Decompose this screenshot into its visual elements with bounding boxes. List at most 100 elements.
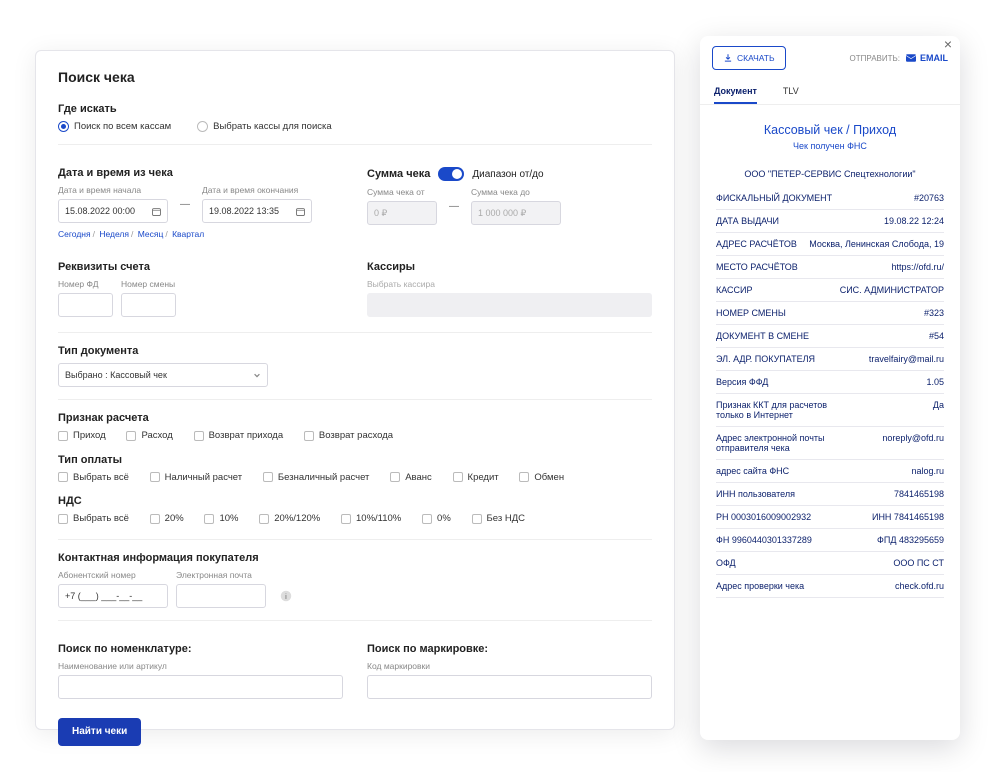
link-today[interactable]: Сегодня <box>58 229 91 239</box>
shift-number-input[interactable] <box>121 293 176 317</box>
receipt-row: ЭЛ. АДР. ПОКУПАТЕЛЯ travelfairy@mail.ru <box>716 350 944 368</box>
pay-advance-check[interactable]: Аванс <box>390 472 432 483</box>
receipt-row: АДРЕС РАСЧЁТОВ Москва, Ленинская Слобода,… <box>716 235 944 253</box>
buyer-phone-input[interactable]: +7 (___) ___-__-__ <box>58 584 168 608</box>
link-quarter[interactable]: Квартал <box>172 229 204 239</box>
receipt-row: ИНН пользователя 7841465198 <box>716 485 944 503</box>
receipt-key: адрес сайта ФНС <box>716 466 789 476</box>
receipt-value: nalog.ru <box>911 466 944 476</box>
calc-return-expense-check[interactable]: Возврат расхода <box>304 430 393 441</box>
vat-20-check[interactable]: 20% <box>150 513 184 524</box>
send-email-button[interactable]: EMAIL <box>906 53 948 63</box>
marking-input[interactable] <box>367 675 652 699</box>
receipt-value: noreply@ofd.ru <box>882 433 944 443</box>
receipt-key: ФИСКАЛЬНЫЙ ДОКУМЕНТ <box>716 193 832 203</box>
receipt-value: ИНН 7841465198 <box>872 512 944 522</box>
vat-0-check[interactable]: 0% <box>422 513 451 524</box>
receipt-row: ФН 9960440301337289 ФПД 483295659 <box>716 531 944 549</box>
receipt-value: ФПД 483295659 <box>877 535 944 545</box>
pay-noncash-check[interactable]: Безналичный расчет <box>263 472 370 483</box>
tab-tlv[interactable]: TLV <box>783 80 799 104</box>
page-title: Поиск чека <box>58 69 652 85</box>
vat-all-check[interactable]: Выбрать всё <box>58 513 129 524</box>
receipt-key: ЭЛ. АДР. ПОКУПАТЕЛЯ <box>716 354 815 364</box>
receipt-value: https://ofd.ru/ <box>891 262 944 272</box>
receipt-row: ОФД ООО ПС СТ <box>716 554 944 572</box>
receipt-row: ДОКУМЕНТ В СМЕНЕ #54 <box>716 327 944 345</box>
date-to-input[interactable]: 19.08.2022 13:35 <box>202 199 312 223</box>
receipt-org: ООО "ПЕТЕР-СЕРВИС Спецтехнологии" <box>716 169 944 179</box>
download-button[interactable]: СКАЧАТЬ <box>712 46 786 70</box>
where-select-radio[interactable]: Выбрать кассы для поиска <box>197 121 332 132</box>
pay-credit-check[interactable]: Кредит <box>453 472 499 483</box>
receipt-key: КАССИР <box>716 285 753 295</box>
pay-cash-check[interactable]: Наличный расчет <box>150 472 242 483</box>
pay-all-check[interactable]: Выбрать всё <box>58 472 129 483</box>
sum-range-toggle[interactable] <box>438 167 464 181</box>
pay-exchange-check[interactable]: Обмен <box>519 472 564 483</box>
receipt-key: ОФД <box>716 558 736 568</box>
info-icon: i <box>280 590 292 602</box>
receipt-row: Адрес электронной почты отправителя чека… <box>716 429 944 457</box>
receipt-value: #323 <box>924 308 944 318</box>
receipt-value: Да <box>933 400 944 410</box>
receipt-row: ДАТА ВЫДАЧИ 19.08.22 12:24 <box>716 212 944 230</box>
receipt-key: Адрес электронной почты отправителя чека <box>716 433 836 453</box>
receipt-key: РН 0003016009002932 <box>716 512 811 522</box>
receipt-key: ДАТА ВЫДАЧИ <box>716 216 779 226</box>
receipt-key: АДРЕС РАСЧЁТОВ <box>716 239 797 249</box>
vat-10-check[interactable]: 10% <box>204 513 238 524</box>
doctype-select[interactable]: Выбрано : Кассовый чек <box>58 363 268 387</box>
link-week[interactable]: Неделя <box>99 229 129 239</box>
receipt-value: #54 <box>929 331 944 341</box>
calc-income-check[interactable]: Приход <box>58 430 106 441</box>
mail-icon <box>906 53 916 63</box>
receipt-value: #20763 <box>914 193 944 203</box>
link-month[interactable]: Месяц <box>138 229 164 239</box>
fd-number-input[interactable] <box>58 293 113 317</box>
receipt-value: 19.08.22 12:24 <box>884 216 944 226</box>
receipt-key: Версия ФФД <box>716 377 768 387</box>
radio-on-icon <box>58 121 69 132</box>
receipt-row: Признак ККТ для расчетов только в Интерн… <box>716 396 944 424</box>
cashier-select[interactable] <box>367 293 652 317</box>
receipt-value: Москва, Ленинская Слобода, 19 <box>809 239 944 249</box>
date-quick-links: Сегодня/ Неделя/ Месяц/ Квартал <box>58 229 343 239</box>
receipt-row: Версия ФФД 1.05 <box>716 373 944 391</box>
calc-return-income-check[interactable]: Возврат прихода <box>194 430 284 441</box>
receipt-row: РН 0003016009002932 ИНН 7841465198 <box>716 508 944 526</box>
receipt-key: ФН 9960440301337289 <box>716 535 812 545</box>
receipt-row: КАССИР СИС. АДМИНИСТРАТОР <box>716 281 944 299</box>
receipt-key: МЕСТО РАСЧЁТОВ <box>716 262 798 272</box>
receipt-value: ООО ПС СТ <box>893 558 944 568</box>
buyer-email-input[interactable] <box>176 584 266 608</box>
receipt-row: МЕСТО РАСЧЁТОВ https://ofd.ru/ <box>716 258 944 276</box>
calc-expense-check[interactable]: Расход <box>126 430 172 441</box>
datetime-title: Дата и время из чека <box>58 167 343 179</box>
search-form-panel: Поиск чека Где искать Поиск по всем касс… <box>35 50 675 730</box>
sum-from-input[interactable]: 0 ₽ <box>367 201 437 225</box>
vat-10-110-check[interactable]: 10%/110% <box>341 513 401 524</box>
chevron-down-icon <box>253 371 261 379</box>
tab-document[interactable]: Документ <box>714 80 757 104</box>
receipt-key: Адрес проверки чека <box>716 581 804 591</box>
receipt-value: 1.05 <box>926 377 944 387</box>
receipt-value: travelfairy@mail.ru <box>869 354 944 364</box>
vat-none-check[interactable]: Без НДС <box>472 513 525 524</box>
receipt-row: НОМЕР СМЕНЫ#323 <box>716 304 944 322</box>
receipt-key: ИНН пользователя <box>716 489 795 499</box>
calendar-icon <box>152 207 161 216</box>
receipt-value: 7841465198 <box>894 489 944 499</box>
find-receipts-button[interactable]: Найти чеки <box>58 718 141 746</box>
receipt-value: СИС. АДМИНИСТРАТОР <box>840 285 944 295</box>
receipt-panel: × СКАЧАТЬ ОТПРАВИТЬ: EMAIL Документ TLV … <box>700 36 960 740</box>
where-all-radio[interactable]: Поиск по всем кассам <box>58 121 171 132</box>
receipt-value: check.ofd.ru <box>895 581 944 591</box>
vat-20-120-check[interactable]: 20%/120% <box>259 513 320 524</box>
sum-to-input[interactable]: 1 000 000 ₽ <box>471 201 561 225</box>
nomenclature-input[interactable] <box>58 675 343 699</box>
receipt-key: Признак ККТ для расчетов только в Интерн… <box>716 400 836 420</box>
receipt-key: ДОКУМЕНТ В СМЕНЕ <box>716 331 809 341</box>
date-from-input[interactable]: 15.08.2022 00:00 <box>58 199 168 223</box>
calendar-icon <box>296 207 305 216</box>
